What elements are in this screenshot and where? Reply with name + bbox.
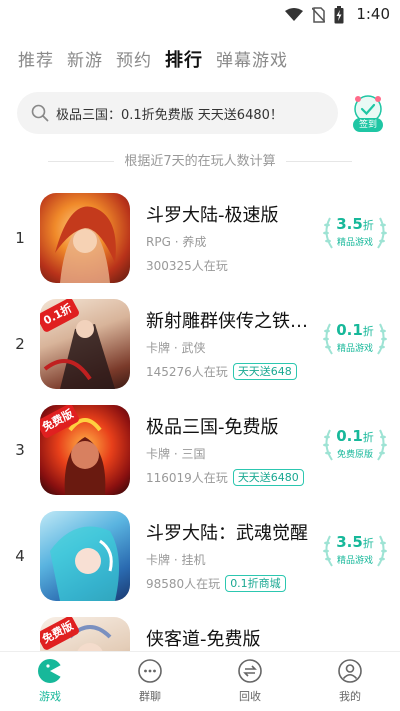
battery-charging-icon <box>334 6 344 24</box>
nav-chat[interactable]: 群聊 <box>100 652 200 711</box>
search-input[interactable]: 极品三国：0.1折免费版 天天送6480！ <box>17 92 338 134</box>
discount-unit: 折 <box>362 219 374 232</box>
ranking-note-text: 根据近7天的在玩人数计算 <box>124 154 276 169</box>
game-icon <box>38 659 63 683</box>
game-tags: RPG · 养成 <box>146 235 207 249</box>
divider-right <box>285 161 352 162</box>
search-placeholder: 极品三国：0.1折免费版 天天送6480！ <box>56 107 283 123</box>
nav-label: 回收 <box>239 690 261 703</box>
nav-label: 游戏 <box>39 690 61 703</box>
promo-tag: 天天送6480 <box>232 469 304 486</box>
discount-note: 精品游戏 <box>336 344 373 354</box>
search-icon <box>31 104 49 122</box>
discount-value: 3.5 <box>336 215 363 233</box>
tab-new-games[interactable]: 新游 <box>67 46 103 76</box>
promo-tag: 0.1折商城 <box>225 575 286 592</box>
game-title: 斗罗大陆：武魂觉醒 <box>146 523 308 544</box>
wifi-icon <box>285 8 303 21</box>
discount-badge: 3.5折 精品游戏 <box>320 531 390 571</box>
divider-left <box>48 161 115 162</box>
rank-number: 2 <box>15 335 25 353</box>
rank-number: 3 <box>15 441 25 459</box>
game-icon-image <box>40 193 130 283</box>
game-title: 新射雕群侠传之铁血丹心 <box>146 311 316 332</box>
player-count: 300325人在玩 <box>146 259 228 273</box>
nav-games[interactable]: 游戏 <box>0 652 100 711</box>
discount-value: 0.1 <box>336 321 363 339</box>
player-count: 98580人在玩 <box>146 577 221 591</box>
status-bar: 1:40 <box>0 0 400 30</box>
discount-value: 0.1 <box>336 427 363 445</box>
game-tags: 卡牌 · 三国 <box>146 447 206 461</box>
discount-unit: 折 <box>362 431 374 444</box>
player-count: 145276人在玩 <box>146 365 228 379</box>
discount-badge: 0.1折 免费原版 <box>320 425 390 465</box>
player-count-line: 300325人在玩 <box>146 257 228 274</box>
game-row[interactable]: 4 斗罗大陆：武魂觉醒 卡牌 · 挂机 98580人在玩 0.1折商城 3.5折 … <box>0 509 400 615</box>
player-count-line: 145276人在玩 天天送648 <box>146 363 297 380</box>
player-count-line: 116019人在玩 天天送6480 <box>146 469 304 486</box>
rank-number: 1 <box>15 229 25 247</box>
game-icon-image: 0.1折 <box>40 299 130 389</box>
promo-tag: 天天送648 <box>232 363 297 380</box>
game-row[interactable]: 2 0.1折 新射雕群侠传之铁血丹心 卡牌 · 武侠 145276人在玩天天送6… <box>0 297 400 403</box>
profile-icon <box>338 659 362 683</box>
tab-recommend[interactable]: 推荐 <box>18 46 54 76</box>
clock-time: 1:40 <box>356 5 390 23</box>
no-sim-icon <box>312 7 325 23</box>
status-icons <box>285 6 344 24</box>
recycle-icon <box>238 659 262 683</box>
tab-reserve[interactable]: 预约 <box>116 46 152 76</box>
nav-recycle[interactable]: 回收 <box>200 652 300 711</box>
rank-number: 4 <box>15 547 25 565</box>
nav-profile[interactable]: 我的 <box>300 652 400 711</box>
game-title: 极品三国-免费版 <box>146 417 279 438</box>
ranking-list: 1 斗罗大陆-极速版 RPG · 养成 300325人在玩 3.5折 精品游戏 … <box>0 191 400 711</box>
discount-note: 精品游戏 <box>336 556 373 566</box>
nav-label: 群聊 <box>139 690 161 703</box>
chat-icon <box>138 659 162 683</box>
discount-unit: 折 <box>362 325 374 338</box>
player-count-line: 98580人在玩 0.1折商城 <box>146 575 286 592</box>
tab-danmaku-games[interactable]: 弹幕游戏 <box>216 46 288 76</box>
discount-note: 精品游戏 <box>336 238 373 248</box>
discount-unit: 折 <box>362 537 374 550</box>
search-row: 极品三国：0.1折免费版 天天送6480！ 签到 <box>17 92 387 134</box>
player-count: 116019人在玩 <box>146 471 228 485</box>
game-tags: 卡牌 · 武侠 <box>146 341 206 355</box>
game-row[interactable]: 3 免费版 极品三国-免费版 卡牌 · 三国 116019人在玩 天天送6480 … <box>0 403 400 509</box>
game-title: 斗罗大陆-极速版 <box>146 205 279 226</box>
game-icon-image: 免费版 <box>40 405 130 495</box>
discount-badge: 0.1折 精品游戏 <box>320 319 390 359</box>
game-title: 侠客道-免费版 <box>146 629 261 650</box>
signin-label: 签到 <box>353 118 383 132</box>
tab-ranking[interactable]: 排行 <box>165 46 203 76</box>
ranking-note: 根据近7天的在玩人数计算 <box>0 150 400 169</box>
game-tags: 卡牌 · 挂机 <box>146 553 206 567</box>
signin-button[interactable]: 签到 <box>349 94 387 132</box>
game-icon-image <box>40 511 130 601</box>
category-tabs: 推荐 新游 预约 排行 弹幕游戏 <box>18 46 301 76</box>
bottom-nav: 游戏 群聊 回收 我的 <box>0 651 400 711</box>
game-row[interactable]: 1 斗罗大陆-极速版 RPG · 养成 300325人在玩 3.5折 精品游戏 <box>0 191 400 297</box>
discount-value: 3.5 <box>336 533 363 551</box>
discount-note: 免费原版 <box>336 450 373 460</box>
nav-label: 我的 <box>339 690 361 703</box>
discount-badge: 3.5折 精品游戏 <box>320 213 390 253</box>
